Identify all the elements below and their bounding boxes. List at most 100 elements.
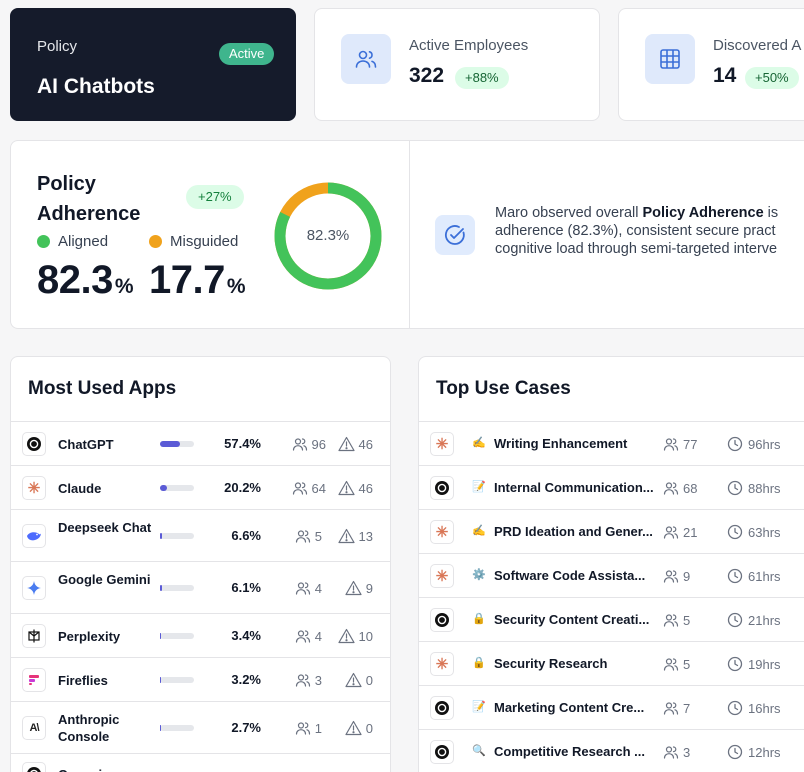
use-case-row[interactable]: 📝 Internal Communication... 68 88hrs <box>419 466 804 510</box>
app-row[interactable]: ChatGPT 57.4% 96 46 <box>11 422 390 466</box>
app-usage-percent: 20.2% <box>224 480 261 495</box>
app-row[interactable]: ✳ Claude 20.2% 64 46 <box>11 466 390 510</box>
aligned-dot <box>37 235 50 248</box>
app-usage-percent: 3.2% <box>231 672 261 687</box>
stat-change-badge: +50% <box>745 67 799 89</box>
use-case-name: Security Research <box>494 656 608 671</box>
use-case-user-count: 5 <box>663 612 690 628</box>
use-case-emoji: 🔒 <box>472 613 486 625</box>
users-icon <box>292 480 308 496</box>
users-icon <box>663 700 679 716</box>
user-count-value: 5 <box>683 656 691 672</box>
app-alert-count: 13 <box>337 528 373 544</box>
alert-count-value: 0 <box>365 720 373 736</box>
usage-bar-fill <box>160 725 161 731</box>
use-case-emoji: 🔍 <box>472 745 486 757</box>
app-user-count: 3 <box>295 672 322 688</box>
use-case-row[interactable]: 🔒 Security Content Creati... 5 21hrs <box>419 598 804 642</box>
time-value: 88hrs <box>748 480 781 496</box>
app-row[interactable]: Fireflies 3.2% 3 0 <box>11 658 390 702</box>
use-case-name: Security Content Creati... <box>494 612 650 627</box>
use-cases-list: ✳ ✍️ Writing Enhancement 77 96hrs 📝 Internal C… <box>419 422 804 772</box>
user-count-value: 4 <box>314 628 322 644</box>
use-case-row[interactable]: ✳ 🔒 Security Research 5 19hrs <box>419 642 804 686</box>
users-icon <box>295 672 311 688</box>
policy-status-badge: Active <box>219 43 275 65</box>
use-case-row[interactable]: 📝 Marketing Content Cre... 7 16hrs <box>419 686 804 730</box>
misguided-label: Misguided <box>170 233 239 250</box>
usage-bar <box>160 725 194 731</box>
app-user-count: 4 <box>295 628 322 644</box>
clock-icon <box>727 700 743 716</box>
apps-list: ChatGPT 57.4% 96 46 ✳ Claude 20.2% 64 46 Deepseek… <box>11 422 390 772</box>
time-value: 61hrs <box>748 568 781 584</box>
use-case-time: 12hrs <box>727 744 781 760</box>
app-row[interactable]: Openai <box>11 754 390 772</box>
use-case-emoji: ⚙️ <box>472 569 486 581</box>
time-value: 96hrs <box>748 436 781 452</box>
use-case-name: Competitive Research ... <box>494 744 645 759</box>
openai-icon <box>430 608 454 632</box>
users-icon <box>295 720 311 736</box>
most-used-apps-title: Most Used Apps <box>28 378 177 399</box>
use-case-row[interactable]: ✳ ✍️ Writing Enhancement 77 96hrs <box>419 422 804 466</box>
use-case-user-count: 7 <box>663 700 690 716</box>
use-case-name: PRD Ideation and Gener... <box>494 524 653 539</box>
warning-icon <box>345 720 362 736</box>
stat-label: Active Employees <box>409 37 529 54</box>
use-case-name: Writing Enhancement <box>494 436 628 451</box>
users-icon <box>295 580 311 596</box>
insight-prefix: Maro observed overall <box>495 205 643 221</box>
app-name: Openai <box>58 766 156 772</box>
adherence-insight-text: Maro observed overall Policy Adherence i… <box>495 204 804 258</box>
users-icon <box>341 34 391 84</box>
warning-icon <box>337 436 355 452</box>
card-divider <box>409 141 410 328</box>
policy-card[interactable]: Policy Active AI Chatbots <box>10 8 296 121</box>
use-case-row[interactable]: ✳ ✍️ PRD Ideation and Gener... 21 63hrs <box>419 510 804 554</box>
use-case-time: 61hrs <box>727 568 781 584</box>
use-case-emoji: 📝 <box>472 701 486 713</box>
discovered-apps-card[interactable]: Discovered A 14 +50% <box>618 8 804 121</box>
warning-icon <box>345 580 362 596</box>
app-usage-percent: 6.1% <box>231 580 261 595</box>
app-row[interactable]: Deepseek Chat 6.6% 5 13 <box>11 510 390 562</box>
alert-count-value: 46 <box>358 436 373 452</box>
users-icon <box>663 744 679 760</box>
usage-bar-fill <box>160 677 162 683</box>
insight-line-2: adherence (82.3%), consistent secure pra… <box>495 223 776 239</box>
use-case-row[interactable]: ✳ ⚙️ Software Code Assista... 9 61hrs <box>419 554 804 598</box>
aligned-label: Aligned <box>58 233 109 250</box>
adherence-title: Policy Adherence <box>37 173 141 225</box>
usage-bar-fill <box>160 585 163 591</box>
app-usage-percent: 2.7% <box>231 720 261 735</box>
use-case-name: Marketing Content Cre... <box>494 700 645 715</box>
app-name: Fireflies <box>58 672 108 688</box>
use-case-emoji: ✍️ <box>472 525 486 537</box>
claude-icon: ✳ <box>430 432 454 456</box>
app-name: Deepseek Chat <box>58 520 152 535</box>
clock-icon <box>727 568 743 584</box>
top-use-cases-panel: Top Use Cases ✳ ✍️ Writing Enhancement 77 96… <box>418 356 804 772</box>
use-case-row[interactable]: 🔍 Competitive Research ... 3 12hrs <box>419 730 804 772</box>
stat-change-badge: +88% <box>455 67 509 89</box>
app-row[interactable]: Perplexity 3.4% 4 10 <box>11 614 390 658</box>
app-name: Claude <box>58 480 102 496</box>
warning-icon <box>337 628 355 644</box>
app-row[interactable]: A\ Anthropic Console 2.7% 1 0 <box>11 702 390 754</box>
app-row[interactable]: Google Gemini 6.1% 4 9 <box>11 562 390 614</box>
use-case-time: 96hrs <box>727 436 781 452</box>
users-icon <box>663 656 679 672</box>
use-case-emoji: ✍️ <box>472 437 486 449</box>
misguided-dot <box>149 235 162 248</box>
user-count-value: 64 <box>311 480 326 496</box>
app-name: Perplexity <box>58 628 121 644</box>
use-case-name: Internal Communication... <box>494 480 654 495</box>
legend-misguided: Misguided <box>149 233 238 250</box>
warning-icon <box>345 672 362 688</box>
time-value: 16hrs <box>748 700 781 716</box>
app-user-count: 96 <box>292 436 326 452</box>
active-employees-card[interactable]: Active Employees 322 +88% <box>314 8 600 121</box>
app-usage-percent: 57.4% <box>224 436 261 451</box>
user-count-value: 3 <box>683 744 691 760</box>
